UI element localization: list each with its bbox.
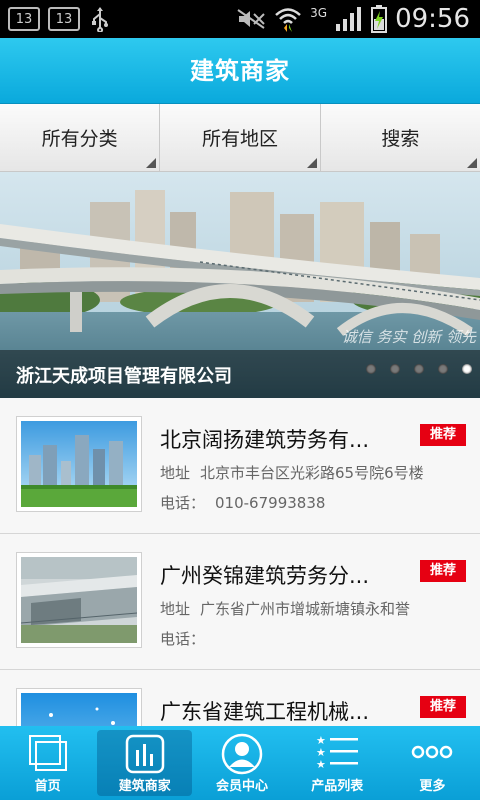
home-icon xyxy=(28,735,67,771)
nav-member-center[interactable]: 会员中心 xyxy=(194,726,289,800)
user-icon xyxy=(221,733,263,775)
dropdown-corner-icon xyxy=(466,158,477,168)
filter-category-button[interactable]: 所有分类 xyxy=(0,104,161,171)
carousel-dot-active[interactable] xyxy=(462,364,472,374)
phone-value[interactable]: 010-67993838 xyxy=(215,494,325,512)
nav-label: 会员中心 xyxy=(216,779,269,794)
list-item[interactable]: 广州癸锦建筑劳务分... 推荐 地址 广东省广州市增城新塘镇永和誉 电话： xyxy=(0,534,480,670)
banner-caption: 诚信 务实 创新 领先 浙江天成项目管理有限公司 xyxy=(0,328,480,398)
clock: 09:56 xyxy=(395,4,470,34)
filter-label: 所有分类 xyxy=(41,128,118,150)
business-thumbnail xyxy=(16,416,142,512)
nav-product-list[interactable]: ★ ★ ★ 产品列表 xyxy=(290,726,385,800)
carousel-indicator xyxy=(366,364,472,374)
carousel-dot[interactable] xyxy=(414,364,424,374)
address-value: 广东省广州市增城新塘镇永和誉 xyxy=(200,600,411,618)
carousel-dot[interactable] xyxy=(366,364,376,374)
battery-charging-icon xyxy=(371,5,388,33)
notification-badge-icon: 13 xyxy=(48,7,80,31)
chart-icon xyxy=(125,734,165,774)
business-thumbnail xyxy=(16,552,142,648)
recommended-badge: 推荐 xyxy=(420,696,466,718)
address-label: 地址 xyxy=(160,464,191,482)
notification-count: 13 xyxy=(55,11,73,27)
business-phone: 电话： 010-67993838 xyxy=(160,492,470,513)
nav-label: 产品列表 xyxy=(311,779,364,794)
filter-label: 所有地区 xyxy=(201,128,278,150)
usb-icon xyxy=(92,7,108,32)
bottom-navigation: 首页 建筑商家 会员中心 ★ ★ ★ 产品列表 更多 xyxy=(0,726,480,800)
business-name[interactable]: 北京阔扬建筑劳务有... xyxy=(160,424,400,454)
notification-count: 13 xyxy=(15,11,33,27)
factory-image xyxy=(21,557,137,643)
mute-icon xyxy=(237,9,265,29)
more-icon xyxy=(412,745,453,759)
nav-more[interactable]: 更多 xyxy=(385,726,480,800)
page-title: 建筑商家 xyxy=(190,57,290,85)
carousel-dot[interactable] xyxy=(390,364,400,374)
svg-text:★: ★ xyxy=(316,758,326,771)
wifi-icon xyxy=(275,8,301,32)
status-bar: 13 13 3G 09:56 xyxy=(0,0,480,38)
search-button[interactable]: 搜索 xyxy=(320,104,480,171)
banner-carousel[interactable]: 诚信 务实 创新 领先 浙江天成项目管理有限公司 xyxy=(0,172,480,398)
filter-bar: 所有分类 所有地区 搜索 xyxy=(0,104,480,172)
business-phone: 电话： xyxy=(160,628,470,649)
business-list: 北京阔扬建筑劳务有... 推荐 地址 北京市丰台区光彩路65号院6号楼 电话： 01… xyxy=(0,398,480,726)
address-value: 北京市丰台区光彩路65号院6号楼 xyxy=(200,464,424,482)
banner-title: 浙江天成项目管理有限公司 xyxy=(16,366,232,387)
phone-label: 电话： xyxy=(160,630,206,648)
dropdown-corner-icon xyxy=(306,158,317,168)
dropdown-corner-icon xyxy=(146,158,157,168)
carousel-dot[interactable] xyxy=(438,364,448,374)
business-thumbnail xyxy=(16,688,142,726)
title-bar: 建筑商家 xyxy=(0,38,480,104)
business-name[interactable]: 广东省建筑工程机械... xyxy=(160,696,400,726)
signal-icon xyxy=(336,7,362,31)
phone-label: 电话： xyxy=(160,494,206,512)
city-skyline-image xyxy=(21,421,137,507)
network-type: 3G xyxy=(310,6,328,20)
recommended-badge: 推荐 xyxy=(420,560,466,582)
nav-label: 建筑商家 xyxy=(118,779,171,794)
recommended-badge: 推荐 xyxy=(420,424,466,446)
nav-label: 首页 xyxy=(34,779,61,794)
business-name[interactable]: 广州癸锦建筑劳务分... xyxy=(160,560,400,590)
filter-label: 搜索 xyxy=(381,128,420,150)
nav-home[interactable]: 首页 xyxy=(0,726,95,800)
banner-slogan: 诚信 务实 创新 领先 xyxy=(341,328,476,346)
filter-region-button[interactable]: 所有地区 xyxy=(160,104,321,171)
list-item[interactable]: 广东省建筑工程机械... 推荐 xyxy=(0,670,480,726)
nav-businesses[interactable]: 建筑商家 xyxy=(97,730,193,796)
list-item[interactable]: 北京阔扬建筑劳务有... 推荐 地址 北京市丰台区光彩路65号院6号楼 电话： 01… xyxy=(0,398,480,534)
list-icon: ★ ★ ★ xyxy=(316,734,359,771)
notification-badge-icon: 13 xyxy=(8,7,40,31)
business-address: 地址 北京市丰台区光彩路65号院6号楼 xyxy=(160,462,470,483)
nav-label: 更多 xyxy=(419,779,446,794)
business-address: 地址 广东省广州市增城新塘镇永和誉 xyxy=(160,598,470,619)
address-label: 地址 xyxy=(160,600,191,618)
sky-image xyxy=(21,693,137,726)
